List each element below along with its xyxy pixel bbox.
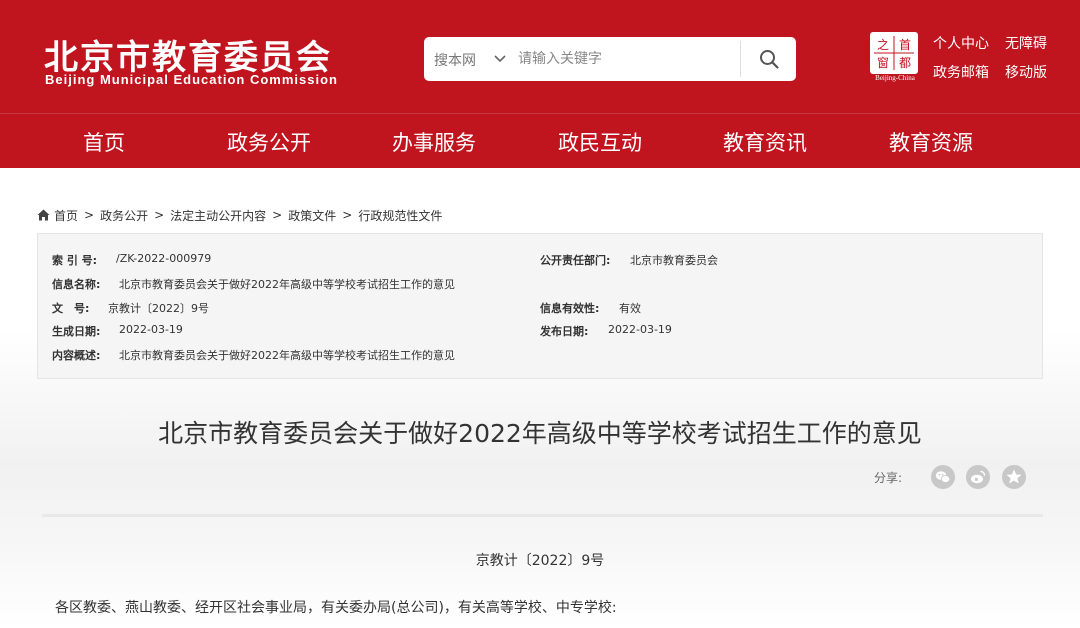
capital-window-seal[interactable]: 之 首 窗 都 Beijing-China: [870, 32, 920, 84]
nav-item-interaction[interactable]: 政民互动: [558, 127, 642, 157]
main-nav: 首页 政务公开 办事服务 政民互动 教育资讯 教育资源: [0, 113, 1080, 168]
seal-char: 都: [899, 56, 911, 70]
breadcrumb-home[interactable]: 首页: [54, 207, 78, 224]
recipients-line: 各区教委、燕山教委、经开区社会事业局，有关委办局(总公司)，有关高等学校、中专学…: [55, 600, 617, 616]
seal-caption: Beijing-China: [875, 74, 915, 82]
doc-number: 京教计〔2022〕9号: [475, 553, 605, 569]
breadcrumb-gov-affairs[interactable]: 政务公开: [100, 207, 148, 224]
search-scope-select[interactable]: 搜本网: [434, 50, 476, 70]
doc-number-label: 文 号:: [52, 302, 90, 315]
breadcrumb-separator: >: [272, 208, 283, 222]
title-divider: [42, 514, 1043, 517]
published-date-label: 发布日期:: [540, 325, 589, 338]
star-glyph: [1006, 469, 1022, 484]
seal-char: 窗: [877, 56, 889, 70]
personal-center-link[interactable]: 个人中心: [933, 33, 989, 53]
dept-value: 北京市教育委员会: [630, 254, 718, 267]
seal-graphic: 之 首 窗 都: [874, 36, 914, 70]
gov-mail-link[interactable]: 政务邮箱: [933, 62, 989, 82]
info-name-value: 北京市教育委员会关于做好2022年高级中等学校考试招生工作的意见: [119, 278, 455, 291]
document-info-table: 索 引 号: /ZK-2022-000979 公开责任部门: 北京市教育委员会 …: [37, 233, 1043, 379]
article-title: 北京市教育委员会关于做好2022年高级中等学校考试招生工作的意见: [158, 419, 922, 448]
weibo-glyph: [971, 470, 986, 484]
breadcrumb-separator: >: [84, 208, 95, 222]
site-logo-subtitle[interactable]: Beijing Municipal Education Commission: [45, 72, 338, 87]
nav-item-edu-news[interactable]: 教育资讯: [723, 127, 807, 157]
breadcrumb-policy-docs[interactable]: 政策文件: [288, 207, 336, 224]
doc-number-value: 京教计〔2022〕9号: [108, 302, 209, 315]
seal-emblem: 之 首 窗 都: [870, 32, 918, 74]
nav-item-services[interactable]: 办事服务: [392, 127, 476, 157]
breadcrumb: 首页 > 政务公开 > 法定主动公开内容 > 政策文件 > 行政规范性文件: [37, 206, 442, 224]
search-divider: [740, 41, 741, 77]
index-value: /ZK-2022-000979: [116, 252, 212, 265]
summary-value: 北京市教育委员会关于做好2022年高级中等学校考试招生工作的意见: [119, 349, 455, 362]
breadcrumb-statutory[interactable]: 法定主动公开内容: [170, 207, 266, 224]
search-input[interactable]: [518, 41, 738, 77]
summary-label: 内容概述:: [52, 349, 101, 362]
breadcrumb-separator: >: [342, 208, 353, 222]
validity-value: 有效: [619, 302, 641, 315]
created-date-value: 2022-03-19: [119, 323, 183, 336]
search-icon: [760, 50, 779, 69]
chevron-down-icon[interactable]: [492, 50, 508, 66]
search-button[interactable]: [742, 37, 796, 81]
seal-char: 首: [899, 38, 911, 52]
search-box: 搜本网: [424, 37, 796, 81]
breadcrumb-normative-docs[interactable]: 行政规范性文件: [358, 207, 442, 224]
share-label: 分享:: [874, 471, 903, 485]
validity-label: 信息有效性:: [540, 302, 600, 315]
nav-item-edu-resources[interactable]: 教育资源: [889, 127, 973, 157]
mobile-version-link[interactable]: 移动版: [1005, 62, 1047, 82]
created-date-label: 生成日期:: [52, 325, 101, 338]
accessibility-link[interactable]: 无障碍: [1005, 33, 1047, 53]
favorite-icon[interactable]: [1002, 465, 1026, 489]
wechat-glyph: [935, 471, 951, 483]
breadcrumb-separator: >: [154, 208, 165, 222]
info-name-label: 信息名称:: [52, 278, 101, 291]
nav-item-gov-affairs[interactable]: 政务公开: [227, 127, 311, 157]
seal-char: 之: [877, 38, 889, 52]
published-date-value: 2022-03-19: [608, 323, 672, 336]
site-header: 北京市教育委员会 Beijing Municipal Education Com…: [0, 0, 1080, 113]
wechat-icon[interactable]: [931, 465, 955, 489]
dept-label: 公开责任部门:: [540, 254, 611, 267]
home-icon: [37, 209, 50, 221]
nav-item-home[interactable]: 首页: [83, 127, 125, 157]
weibo-icon[interactable]: [966, 465, 990, 489]
index-label: 索 引 号:: [52, 254, 98, 267]
